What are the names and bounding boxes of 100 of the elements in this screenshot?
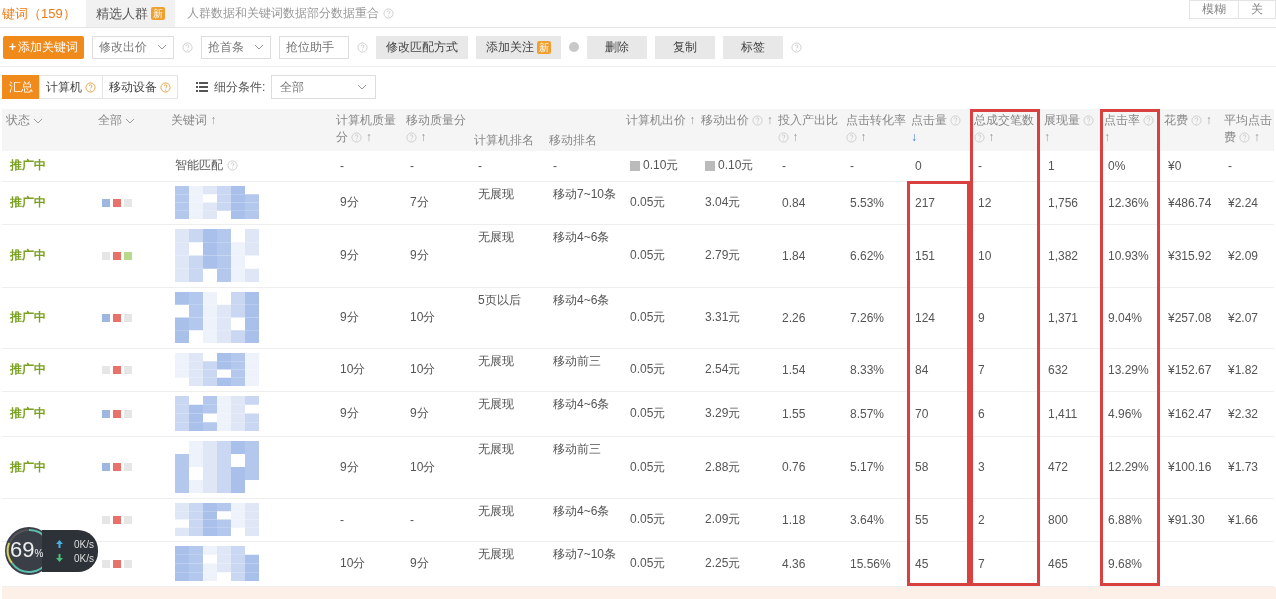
help-icon[interactable] [382,8,394,19]
help-icon[interactable] [1083,115,1095,127]
table-cell: 1,411 [1048,406,1078,421]
table-cell: 6 [978,406,985,421]
table-cell: ¥100.16 [1168,460,1212,474]
help-icon[interactable] [406,132,417,144]
table-cell: 9分 [340,248,359,262]
table-cell: 移动4~6条 [553,292,610,307]
table-cell: 58 [915,460,929,474]
toolbar-button[interactable]: 复制 [655,35,715,59]
keyword-text: 智能匹配 [175,157,223,175]
table-cell: 6.62% [850,248,885,263]
table-cell: 1,382 [1048,248,1079,263]
table-cell: 4.36 [782,556,806,571]
status-text: 推广中 [10,406,46,420]
tab[interactable]: 精选人群 新 [85,0,175,27]
help-icon[interactable] [1239,132,1251,144]
table-cell: - [340,512,344,527]
table-cell: 5.53% [850,195,885,210]
table-cell: ¥257.08 [1168,310,1212,325]
help-icon[interactable] [351,132,363,144]
table-cell: 9分 [410,556,429,570]
list-icon [196,82,208,92]
table-cell: 10分 [340,362,366,376]
match-toggle[interactable]: 模糊 [1189,0,1239,19]
caret-icon [357,84,368,90]
help-icon[interactable] [974,132,985,144]
toolbar-button[interactable]: 修改匹配方式 [376,35,468,59]
table-cell: 472 [1048,460,1069,474]
table-cell: - [553,158,557,173]
table-cell: 2.25元 [705,556,741,570]
table-cell: 5页以后 [478,292,521,307]
table-cell: 7 [978,556,985,571]
help-icon[interactable] [791,41,802,53]
status-text: 推广中 [10,310,46,324]
toolbar-button[interactable]: 删除 [587,35,647,59]
table-cell: 0.10元 [643,158,679,173]
table-cell: 1.84 [782,248,806,263]
help-icon[interactable] [950,115,962,127]
new-badge: 新 [537,40,551,54]
table-cell: 10分 [410,362,436,376]
table-cell: 无展现 [478,546,514,561]
table-cell: 9分 [340,459,359,474]
table-cell: 55 [915,512,929,527]
table-cell: 2 [978,512,985,527]
device-tab[interactable]: 计算机 [39,75,103,99]
table-cell: 13.29% [1108,362,1149,377]
table-cell: 无展现 [478,229,514,244]
help-icon[interactable] [227,160,238,172]
table-cell: 10 [978,248,992,263]
status-text: 推广中 [10,195,46,209]
help-icon[interactable] [752,115,764,127]
match-toggle[interactable]: 关 [1238,0,1276,19]
table-cell: 7.26% [850,310,885,325]
table-cell: 3.04元 [705,195,741,209]
table-cell: 9分 [340,195,359,209]
table-cell: 800 [1048,512,1069,527]
toolbar-button[interactable]: 标签 [723,35,783,59]
table-cell: 2.09元 [705,512,741,526]
device-tab[interactable]: 汇总 [2,75,40,99]
table-cell: - [478,158,482,173]
table-cell: 12.36% [1108,195,1149,210]
help-icon[interactable] [846,132,857,144]
upload-rate: 0K/s [74,538,94,550]
table-cell: 9.04% [1108,310,1143,325]
table-cell: 465 [1048,556,1069,571]
table-cell: 124 [915,310,936,325]
caret-icon [254,44,264,50]
table-cell: 217 [915,195,936,210]
help-icon[interactable] [357,41,368,53]
input-field[interactable]: 抢位助手 [279,35,349,59]
table-cell: 15.56% [850,556,891,571]
table-cell: 0% [1108,158,1126,173]
help-icon[interactable] [778,132,789,144]
table-cell: 70 [915,406,929,421]
device-tab[interactable]: 移动设备 [102,75,178,99]
table-cell: 移动前三 [553,353,601,368]
table-cell: 0 [915,158,922,173]
table-cell: ¥91.30 [1168,512,1205,527]
caret-icon [125,118,136,124]
toolbar-button[interactable]: 添加关注 新 [476,35,561,59]
table-cell: 1,756 [1048,195,1079,210]
help-icon[interactable] [182,41,193,53]
table-cell: 无展现 [478,353,514,368]
help-icon[interactable] [1191,115,1203,127]
table-cell: 9分 [410,406,429,420]
table-cell: 0.05元 [630,362,666,376]
add-keyword-button[interactable]: + 添加关键词 [3,35,84,59]
dropdown[interactable]: 抢首条 [201,35,271,59]
table-cell: ¥2.07 [1228,310,1259,325]
dropdown[interactable]: 修改出价 [92,35,174,59]
table-cell: ¥2.32 [1228,406,1259,421]
status-text: 推广中 [10,158,46,173]
table-cell: 0.05元 [630,406,666,420]
table-cell: 84 [915,362,929,377]
filter-dropdown[interactable]: 全部 [271,75,377,99]
table-cell: ¥1.73 [1228,460,1259,474]
table-cell: - [978,158,982,173]
table-cell: ¥162.47 [1168,406,1212,421]
help-icon[interactable] [1143,115,1155,127]
